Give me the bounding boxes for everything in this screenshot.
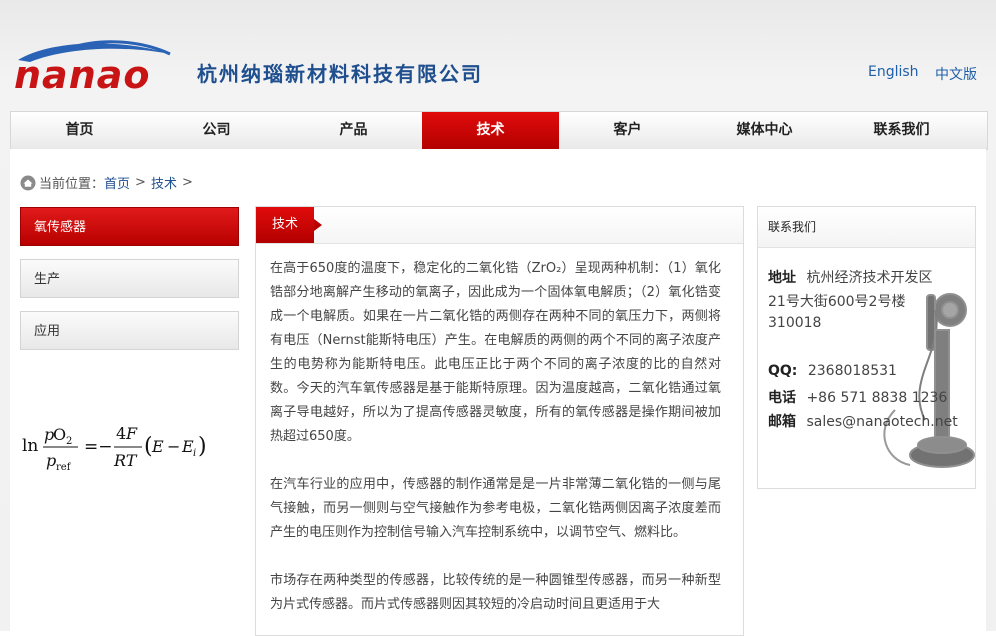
svg-text:E: E: [151, 437, 164, 456]
breadcrumb-separator: >: [181, 175, 193, 190]
contact-box: 联系我们 地址 杭州经济技术开发区 21号大街600号2号楼 310018 QQ…: [757, 206, 976, 489]
breadcrumb-separator: >: [135, 175, 146, 190]
contact-qq: QQ: 2368018531: [768, 363, 897, 379]
sidebar-item-production[interactable]: 生产: [20, 259, 239, 298]
qq-label: QQ:: [768, 363, 798, 379]
panel-tab-technology: 技术: [256, 207, 322, 243]
contact-email: 邮箱 sales@nanaotech.net: [768, 411, 958, 431]
svg-text:−: −: [167, 437, 180, 456]
breadcrumb-current-link[interactable]: 技术: [151, 173, 177, 192]
sidebar-item-application[interactable]: 应用: [20, 311, 239, 350]
nav-item-customers[interactable]: 客户: [559, 112, 696, 149]
email-value[interactable]: sales@nanaotech.net: [806, 414, 957, 430]
qq-value[interactable]: 2368018531: [808, 363, 897, 379]
nernst-equation-image: ln p O 2 p ref =− 4 F RT ( E − E i ): [22, 424, 207, 473]
svg-text:): ): [198, 434, 207, 459]
svg-text:2: 2: [66, 436, 72, 447]
email-label: 邮箱: [768, 414, 796, 430]
nav-item-products[interactable]: 产品: [285, 112, 422, 149]
svg-text:RT: RT: [113, 451, 138, 470]
lang-chinese-link[interactable]: 中文版: [935, 64, 977, 84]
address-value: 杭州经济技术开发区: [806, 270, 933, 286]
svg-text:O: O: [53, 425, 66, 444]
svg-text:p: p: [46, 451, 56, 470]
phone-label: 电话: [768, 390, 796, 406]
contact-address-line3: 310018: [768, 315, 822, 331]
article-body: 在高于650度的温度下，稳定化的二氧化锆（ZrO₂）呈现两种机制：（1）氧化锆部…: [256, 244, 743, 617]
breadcrumb: 当前位置： 首页 > 技术 >: [20, 173, 198, 192]
phone-value[interactable]: +86 571 8838 1236: [806, 390, 947, 406]
breadcrumb-home-link[interactable]: 首页: [104, 173, 130, 192]
svg-text:=−: =−: [84, 437, 113, 457]
sidebar-item-oxygen-sensor[interactable]: 氧传感器: [20, 207, 239, 246]
contact-title: 联系我们: [758, 207, 975, 248]
contact-phone: 电话 +86 571 8838 1236: [768, 387, 947, 407]
svg-text:F: F: [125, 424, 138, 443]
nav-item-media[interactable]: 媒体中心: [696, 112, 833, 149]
address-label: 地址: [768, 270, 796, 286]
article-paragraph: 在高于650度的温度下，稳定化的二氧化锆（ZrO₂）呈现两种机制：（1）氧化锆部…: [270, 261, 721, 444]
home-icon: [20, 175, 36, 190]
article-paragraph: 市场存在两种类型的传感器，比较传统的是一种圆锥型传感器，而另一种新型为片式传感器…: [270, 573, 721, 612]
nav-item-home[interactable]: 首页: [11, 112, 148, 149]
logo-text: nanao: [14, 53, 151, 96]
contact-address-line2: 21号大街600号2号楼: [768, 294, 906, 310]
nanao-logo[interactable]: nanao: [10, 38, 195, 96]
article-paragraph: 在汽车行业的应用中，传感器的制作通常是是一片非常薄二氧化锆的一侧与尾气接触，而另…: [270, 477, 721, 540]
nav-item-company[interactable]: 公司: [148, 112, 285, 149]
main-nav: 首页 公司 产品 技术 客户 媒体中心 联系我们: [10, 111, 988, 150]
svg-text:ref: ref: [56, 462, 72, 473]
panel-header: 技术: [256, 207, 743, 244]
svg-text:ln: ln: [22, 436, 38, 456]
svg-text:4: 4: [116, 424, 126, 443]
contact-address-line1: 地址 杭州经济技术开发区: [768, 267, 932, 287]
nav-item-technology[interactable]: 技术: [422, 112, 559, 149]
nav-item-contact[interactable]: 联系我们: [833, 112, 970, 149]
main-content-panel: 技术 在高于650度的温度下，稳定化的二氧化锆（ZrO₂）呈现两种机制：（1）氧…: [255, 206, 744, 636]
svg-text:i: i: [193, 448, 196, 459]
company-name: 杭州纳瑙新材料科技有限公司: [197, 62, 483, 86]
breadcrumb-prefix: 当前位置：: [39, 177, 105, 192]
lang-english-link[interactable]: English: [868, 64, 919, 80]
